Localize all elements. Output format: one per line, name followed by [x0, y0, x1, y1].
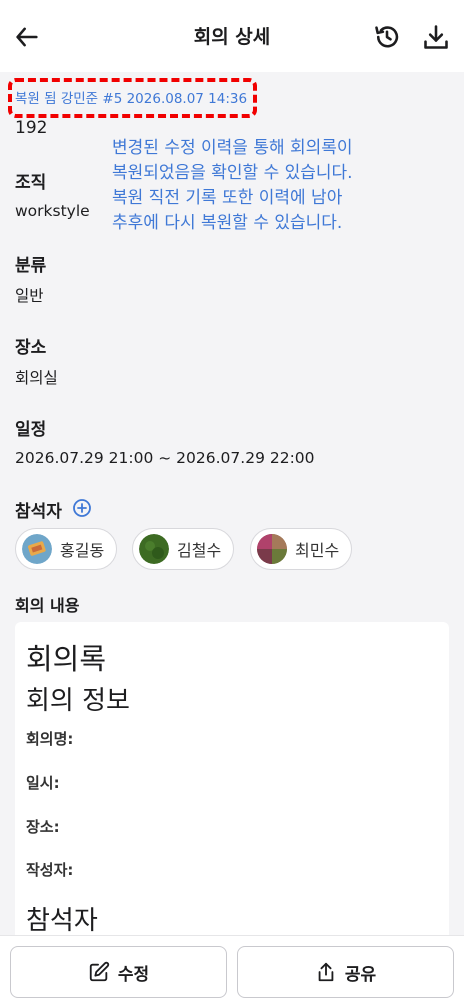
attendee-chip[interactable]: 홍길동 — [15, 528, 118, 570]
top-app-bar: 회의 상세 — [0, 0, 464, 72]
add-attendee-icon[interactable] — [72, 498, 92, 518]
share-icon — [318, 962, 334, 982]
avatar — [22, 534, 52, 564]
annotation-line: 복원되었음을 확인할 수 있습니다. — [112, 163, 353, 183]
pencil-icon — [89, 961, 109, 982]
attendees-label: 참석자 — [15, 502, 62, 522]
schedule-label: 일정 — [15, 420, 47, 440]
annotation-line: 변경된 수정 이력을 통해 회의록이 — [112, 138, 353, 158]
share-button-label: 공유 — [344, 964, 377, 985]
avatar — [257, 534, 287, 564]
download-button[interactable] — [421, 22, 451, 52]
attendee-name: 김철수 — [177, 541, 222, 560]
content-field: 일시: — [26, 774, 60, 792]
annotation-line: 복원 직전 기록 또한 이력에 남아 — [112, 188, 343, 208]
share-button[interactable]: 공유 — [237, 946, 454, 998]
edit-button[interactable]: 수정 — [10, 946, 227, 998]
content-field: 장소: — [26, 818, 60, 836]
attendee-chip[interactable]: 최민수 — [250, 528, 353, 570]
attendee-name: 홍길동 — [60, 541, 105, 560]
bottom-action-bar: 수정 공유 — [0, 935, 464, 1005]
history-icon — [375, 26, 399, 48]
category-label: 분류 — [15, 256, 47, 276]
history-button[interactable] — [372, 22, 402, 52]
attendee-chip[interactable]: 김철수 — [132, 528, 235, 570]
attendee-name: 최민수 — [295, 541, 340, 560]
place-label: 장소 — [15, 338, 47, 358]
content-field: 작성자: — [26, 861, 74, 879]
content-heading-2: 회의 정보 — [26, 686, 130, 716]
meeting-id: 192 — [15, 118, 48, 138]
org-value: workstyle — [15, 202, 90, 220]
schedule-value: 2026.07.29 21:00 ~ 2026.07.29 22:00 — [15, 449, 315, 467]
content-heading-1: 회의록 — [26, 642, 107, 676]
place-value: 회의실 — [15, 369, 58, 387]
annotation-line: 추후에 다시 복원할 수 있습니다. — [112, 213, 343, 233]
org-label: 조직 — [15, 173, 47, 193]
edit-button-label: 수정 — [117, 964, 150, 985]
content-field: 회의명: — [26, 730, 74, 748]
meeting-content-card: 회의록 회의 정보 회의명: 일시: 장소: 작성자: 참석자 — [15, 622, 449, 952]
category-value: 일반 — [15, 287, 44, 305]
avatar — [139, 534, 169, 564]
content-heading-attendees: 참석자 — [26, 906, 98, 936]
restore-badge: 복원 됨 강민준 #5 2026.08.07 14:36 — [15, 91, 248, 107]
content-label: 회의 내용 — [15, 596, 80, 615]
download-icon — [424, 25, 448, 49]
annotation-text: 변경된 수정 이력을 통해 회의록이 복원되었음을 확인할 수 있습니다. 복원… — [112, 136, 452, 236]
